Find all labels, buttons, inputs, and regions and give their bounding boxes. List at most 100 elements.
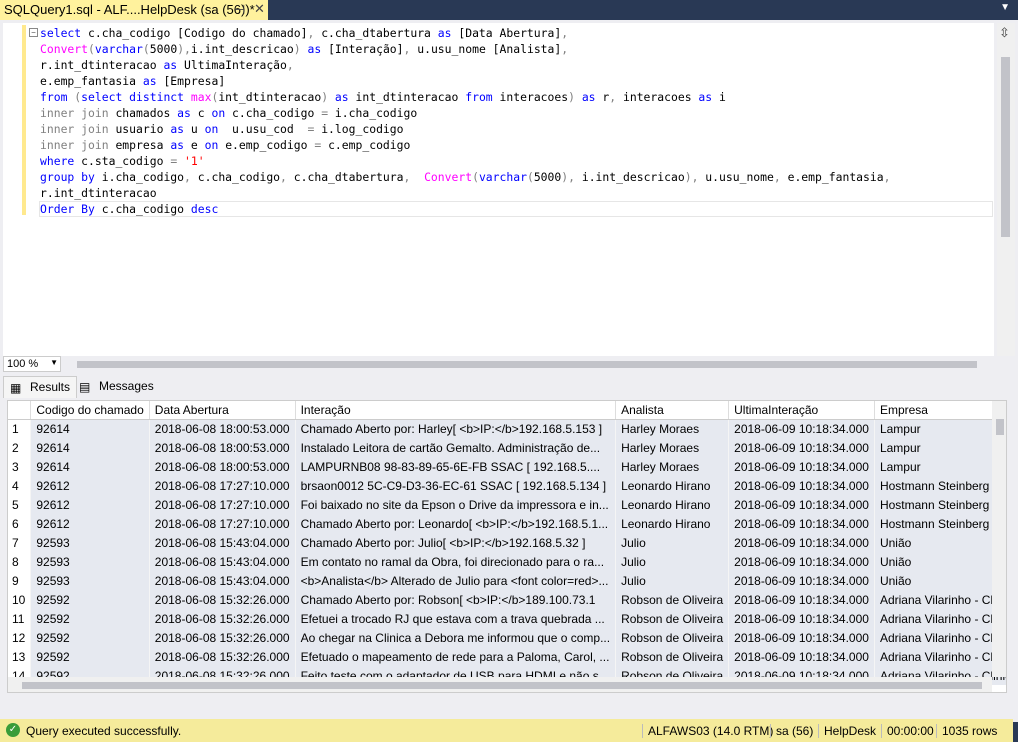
table-cell[interactable]: Harley Moraes	[615, 457, 730, 476]
table-row[interactable]: 9 92593 2018-06-08 15:43:04.000 <b>Analista…	[8, 571, 1006, 590]
row-number[interactable]: 1	[8, 419, 32, 438]
code-line[interactable]: group by i.cha_codigo, c.cha_codigo, c.c…	[40, 169, 890, 185]
scroll-thumb[interactable]	[77, 361, 977, 368]
table-cell[interactable]: Hostmann Steinberg Tintas Grafica	[874, 495, 1006, 514]
table-cell[interactable]: Adriana Vilarinho - Clinica	[874, 647, 1006, 666]
table-cell[interactable]: 92593	[30, 552, 150, 571]
table-cell[interactable]: LAMPURNB08 98-83-89-65-6E-FB SSAC [ 192.…	[295, 457, 617, 476]
scroll-thumb[interactable]	[1001, 57, 1010, 237]
code-line[interactable]: e.emp_fantasia as [Empresa]	[40, 73, 890, 89]
grid-horizontal-scrollbar[interactable]	[8, 677, 992, 692]
table-row[interactable]: 12 92592 2018-06-08 15:32:26.000 Ao chegar …	[8, 628, 1006, 647]
scroll-thumb[interactable]	[996, 419, 1004, 435]
table-cell[interactable]: 2018-06-09 10:18:34.000	[728, 609, 875, 628]
row-number[interactable]: 8	[8, 552, 32, 571]
scroll-thumb[interactable]	[22, 682, 982, 689]
table-cell[interactable]: 2018-06-08 15:32:26.000	[149, 590, 296, 609]
table-cell[interactable]: brsaon0012 5C-C9-D3-36-EC-61 SSAC [ 192.…	[295, 476, 617, 495]
table-row[interactable]: 8 92593 2018-06-08 15:43:04.000 Em contato …	[8, 552, 1006, 571]
table-cell[interactable]: Em contato no ramal da Obra, foi direcio…	[295, 552, 617, 571]
code-line[interactable]: Convert(varchar(5000),i.int_descricao) a…	[40, 41, 890, 57]
table-cell[interactable]: Lampur	[874, 457, 1006, 476]
table-cell[interactable]: <b>Analista</b> Alterado de Julio para <…	[295, 571, 617, 590]
table-cell[interactable]: 92612	[30, 495, 150, 514]
collapse-icon[interactable]: −	[29, 28, 38, 37]
table-cell[interactable]: União	[874, 552, 1006, 571]
table-cell[interactable]: 2018-06-09 10:18:34.000	[728, 457, 875, 476]
table-cell[interactable]: União	[874, 571, 1006, 590]
row-number[interactable]: 6	[8, 514, 32, 533]
column-header[interactable]: Empresa	[874, 401, 1006, 420]
code-line[interactable]: inner join usuario as u on u.usu_cod = i…	[40, 121, 890, 137]
code-line[interactable]: inner join empresa as e on e.emp_codigo …	[40, 137, 890, 153]
table-cell[interactable]: 2018-06-09 10:18:34.000	[728, 476, 875, 495]
tab-messages[interactable]: ▤ Messages	[73, 376, 160, 398]
table-cell[interactable]: Hostmann Steinberg Tintas Grafica	[874, 476, 1006, 495]
column-header[interactable]	[8, 401, 32, 420]
table-cell[interactable]: Chamado Aberto por: Leonardo[ <b>IP:</b>…	[295, 514, 617, 533]
table-cell[interactable]: Harley Moraes	[615, 438, 730, 457]
row-number[interactable]: 5	[8, 495, 32, 514]
table-row[interactable]: 11 92592 2018-06-08 15:32:26.000 Efetuei a …	[8, 609, 1006, 628]
table-cell[interactable]: 2018-06-08 17:27:10.000	[149, 514, 296, 533]
table-cell[interactable]: Robson de Oliveira	[615, 590, 730, 609]
table-cell[interactable]: 2018-06-08 18:00:53.000	[149, 457, 296, 476]
table-cell[interactable]: 2018-06-09 10:18:34.000	[728, 495, 875, 514]
table-row[interactable]: 10 92592 2018-06-08 15:32:26.000 Chamado Ab…	[8, 590, 1006, 609]
table-cell[interactable]: Robson de Oliveira	[615, 647, 730, 666]
close-icon[interactable]: ✕	[254, 1, 265, 17]
table-cell[interactable]: 92593	[30, 571, 150, 590]
table-row[interactable]: 3 92614 2018-06-08 18:00:53.000 LAMPURNB08 …	[8, 457, 1006, 476]
table-row[interactable]: 2 92614 2018-06-08 18:00:53.000 Instalado L…	[8, 438, 1006, 457]
table-cell[interactable]: 2018-06-08 18:00:53.000	[149, 419, 296, 438]
table-cell[interactable]: 2018-06-08 15:32:26.000	[149, 609, 296, 628]
table-cell[interactable]: 92592	[30, 590, 150, 609]
code-line[interactable]: select c.cha_codigo [Codigo do chamado],…	[40, 25, 890, 41]
row-number[interactable]: 3	[8, 457, 32, 476]
table-cell[interactable]: 2018-06-08 15:43:04.000	[149, 552, 296, 571]
table-cell[interactable]: Efetuado o mapeamento de rede para a Pal…	[295, 647, 617, 666]
table-cell[interactable]: 2018-06-09 10:18:34.000	[728, 628, 875, 647]
table-cell[interactable]: Julio	[615, 533, 730, 552]
table-cell[interactable]: 92592	[30, 609, 150, 628]
table-cell[interactable]: União	[874, 533, 1006, 552]
table-cell[interactable]: 2018-06-09 10:18:34.000	[728, 419, 875, 438]
table-cell[interactable]: Adriana Vilarinho - Clinica	[874, 590, 1006, 609]
table-cell[interactable]: Julio	[615, 571, 730, 590]
row-number[interactable]: 13	[8, 647, 32, 666]
table-cell[interactable]: 92592	[30, 628, 150, 647]
table-cell[interactable]: 2018-06-08 18:00:53.000	[149, 438, 296, 457]
table-cell[interactable]: Lampur	[874, 419, 1006, 438]
table-row[interactable]: 5 92612 2018-06-08 17:27:10.000 Foi baixado…	[8, 495, 1006, 514]
code-line[interactable]: Order By c.cha_codigo desc	[40, 201, 890, 217]
table-row[interactable]: 13 92592 2018-06-08 15:32:26.000 Efetuado o…	[8, 647, 1006, 666]
row-number[interactable]: 7	[8, 533, 32, 552]
table-cell[interactable]: 2018-06-09 10:18:34.000	[728, 552, 875, 571]
zoom-select[interactable]: 100 % ▼	[3, 356, 61, 372]
table-cell[interactable]: Efetuei a trocado RJ que estava com a tr…	[295, 609, 617, 628]
table-cell[interactable]: Harley Moraes	[615, 419, 730, 438]
column-header[interactable]: Codigo do chamado	[30, 401, 150, 420]
table-cell[interactable]: 2018-06-08 15:32:26.000	[149, 647, 296, 666]
row-number[interactable]: 4	[8, 476, 32, 495]
table-row[interactable]: 6 92612 2018-06-08 17:27:10.000 Chamado Abe…	[8, 514, 1006, 533]
table-cell[interactable]: 2018-06-08 15:43:04.000	[149, 533, 296, 552]
table-cell[interactable]: 2018-06-09 10:18:34.000	[728, 438, 875, 457]
table-cell[interactable]: 2018-06-09 10:18:34.000	[728, 571, 875, 590]
table-cell[interactable]: 92614	[30, 438, 150, 457]
table-cell[interactable]: Chamado Aberto por: Harley[ <b>IP:</b>19…	[295, 419, 617, 438]
table-cell[interactable]: Chamado Aberto por: Julio[ <b>IP:</b>192…	[295, 533, 617, 552]
table-cell[interactable]: 92593	[30, 533, 150, 552]
row-number[interactable]: 10	[8, 590, 32, 609]
row-number[interactable]: 2	[8, 438, 32, 457]
document-tab[interactable]: SQLQuery1.sql - ALF....HelpDesk (sa (56)…	[0, 0, 268, 20]
table-cell[interactable]: Lampur	[874, 438, 1006, 457]
column-header[interactable]: Interação	[295, 401, 617, 420]
table-cell[interactable]: Adriana Vilarinho - Clinica	[874, 609, 1006, 628]
grid-vertical-scrollbar[interactable]	[992, 401, 1006, 677]
tab-results[interactable]: ▦ Results	[3, 376, 78, 398]
table-cell[interactable]: 2018-06-08 17:27:10.000	[149, 495, 296, 514]
table-cell[interactable]: 2018-06-09 10:18:34.000	[728, 590, 875, 609]
table-cell[interactable]: Julio	[615, 552, 730, 571]
table-cell[interactable]: 92614	[30, 419, 150, 438]
